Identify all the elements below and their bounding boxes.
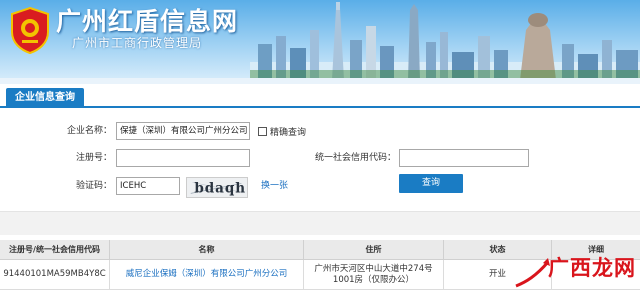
column-header-name: 名称 (110, 240, 304, 260)
captcha-image: bdaqh (186, 177, 248, 198)
column-header-reg-no: 注册号/统一社会信用代码 (0, 240, 110, 260)
exact-match-checkbox[interactable] (258, 126, 267, 136)
reg-no-label: 注册号： (75, 153, 112, 163)
tab-bar: 企业信息查询 (0, 84, 640, 108)
reg-no-input[interactable] (116, 149, 250, 167)
page: 广州红盾信息网 广州市工商行政管理局 企业信息查询 企业名称： 保捷（深圳）有限… (0, 0, 640, 296)
company-name-label: 企业名称： (66, 126, 112, 136)
emblem-logo (11, 6, 49, 54)
exact-match-option[interactable]: 精确查询 (258, 125, 307, 138)
captcha-input[interactable]: ICEHC (116, 177, 180, 195)
watermark-swoosh-icon (515, 258, 550, 288)
refresh-captcha-link[interactable]: 换一张 (261, 179, 288, 193)
credit-code-label: 统一社会信用代码： (314, 153, 396, 163)
city-skyline-image (250, 2, 640, 80)
query-button[interactable]: 查询 (399, 174, 463, 193)
status-value: 开业 (488, 269, 506, 279)
site-banner: 广州红盾信息网 广州市工商行政管理局 (0, 0, 640, 80)
site-title: 广州红盾信息网 (56, 7, 239, 36)
section-divider (0, 211, 640, 235)
address-value: 广州市天河区中山大道中274号1001房（仅限办公） (314, 263, 433, 285)
column-header-address: 住所 (304, 240, 444, 260)
company-name-input[interactable]: 保捷（深圳）有限公司广州分公司 (116, 122, 250, 140)
tab-company-search[interactable]: 企业信息查询 (6, 88, 84, 108)
watermark-text: 广西龙网 (548, 256, 636, 280)
table-cell-name[interactable]: 威尼企业保姆（深圳）有限公司广州分公司 (110, 260, 304, 290)
credit-code-input[interactable] (399, 149, 529, 167)
captcha-text: bdaqh (194, 180, 246, 196)
reg-no-value: 91440101MA59MB4Y8C (3, 269, 106, 279)
company-name-link[interactable]: 威尼企业保姆（深圳）有限公司广州分公司 (126, 269, 288, 280)
captcha-label: 验证码： (75, 181, 112, 191)
table-cell-address: 广州市天河区中山大道中274号1001房（仅限办公） (304, 260, 444, 290)
watermark: 广西龙网 (512, 248, 636, 294)
table-cell-reg-no: 91440101MA59MB4Y8C (0, 260, 110, 290)
site-subtitle: 广州市工商行政管理局 (72, 36, 203, 50)
exact-match-label: 精确查询 (270, 127, 307, 138)
